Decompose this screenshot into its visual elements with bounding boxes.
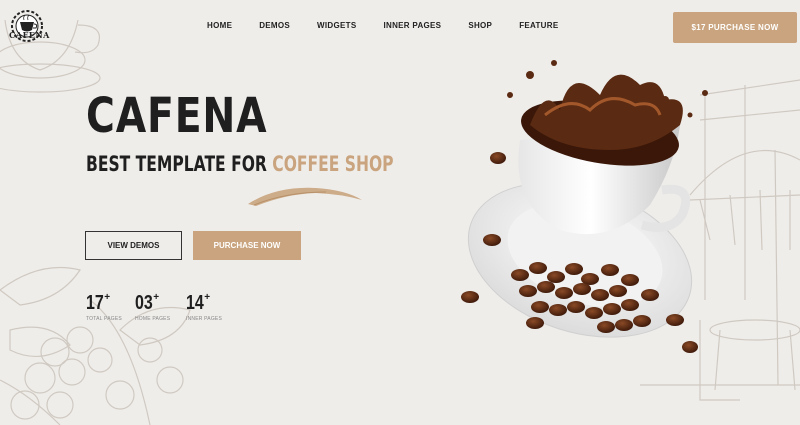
nav-shop[interactable]: SHOP <box>468 21 492 30</box>
stat-suffix: + <box>104 292 111 303</box>
cafena-logo-icon[interactable] <box>5 8 53 48</box>
hero-title: CAFENA <box>86 88 268 144</box>
stat-label: HOME PAGES <box>135 316 171 322</box>
stat-value: 14 <box>186 292 204 314</box>
stat-label: INNER PAGES <box>186 316 223 322</box>
brush-stroke-decoration <box>248 187 362 206</box>
hero-subtitle-accent: COFFEE SHOP <box>272 152 394 176</box>
view-demos-button[interactable]: VIEW DEMOS <box>85 231 182 260</box>
nav-home[interactable]: HOME <box>207 21 232 30</box>
stat-value: 17 <box>86 292 104 314</box>
main-navigation: HOME DEMOS WIDGETS INNER PAGES SHOP FEAT… <box>207 21 558 30</box>
stat-total-pages: 17+ TOTAL PAGES <box>86 292 122 322</box>
stat-home-pages: 03+ HOME PAGES <box>135 292 170 322</box>
stat-suffix: + <box>153 292 160 303</box>
coffee-cup-splash-image <box>461 60 708 353</box>
nav-feature[interactable]: FEATURE <box>519 21 558 30</box>
hero-subtitle-lead: BEST TEMPLATE FOR <box>86 152 273 176</box>
header-purchase-button[interactable]: $17 PURCHASE NOW <box>673 12 797 43</box>
nav-inner-pages[interactable]: INNER PAGES <box>383 21 441 30</box>
nav-widgets[interactable]: WIDGETS <box>317 21 356 30</box>
stat-label: TOTAL PAGES <box>86 316 122 322</box>
purchase-now-button[interactable]: PURCHASE NOW <box>193 231 301 260</box>
stat-value: 03 <box>135 292 153 314</box>
stat-suffix: + <box>204 292 211 303</box>
nav-demos[interactable]: DEMOS <box>259 21 290 30</box>
stat-inner-pages: 14+ INNER PAGES <box>186 292 222 322</box>
hero-subtitle: BEST TEMPLATE FOR COFFEE SHOP <box>86 152 394 176</box>
logo-text: CAFENA <box>9 30 50 40</box>
